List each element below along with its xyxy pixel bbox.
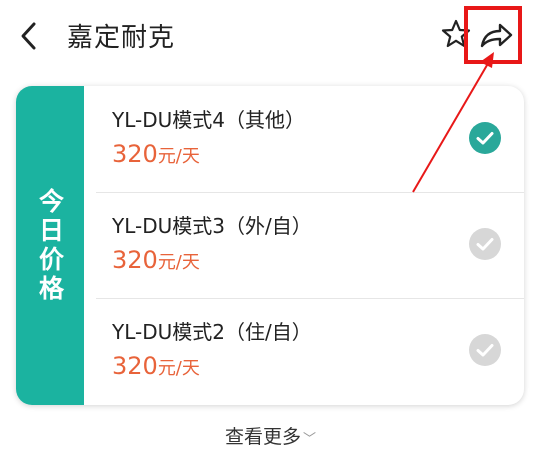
price-unit: 元/天 (157, 252, 200, 273)
share-arrow-icon (480, 23, 513, 48)
share-button[interactable] (478, 20, 514, 52)
unselected-check-icon[interactable] (469, 228, 501, 260)
chevron-left-icon (21, 22, 36, 50)
view-more-button[interactable]: 查看更多 ﹀ (0, 422, 541, 449)
view-more-label: 查看更多 (224, 426, 301, 448)
selected-check-icon[interactable] (469, 122, 501, 154)
page-title: 嘉定耐克 (67, 23, 176, 53)
option-price: 320元/天 (112, 352, 200, 380)
divider (96, 192, 524, 193)
top-bar: 嘉定耐克 (0, 0, 541, 72)
option-name: YL-DU模式2（住/自） (112, 320, 312, 344)
option-name: YL-DU模式4（其他） (112, 108, 305, 132)
divider (96, 298, 524, 299)
sidebar-label: 今日价格 (35, 187, 65, 304)
option-price: 320元/天 (112, 140, 200, 168)
unselected-check-icon[interactable] (469, 334, 501, 366)
back-button[interactable] (14, 18, 46, 54)
price-value: 320 (112, 246, 158, 274)
price-value: 320 (112, 352, 158, 380)
chevron-down-icon: ﹀ (303, 432, 317, 447)
option-price: 320元/天 (112, 246, 200, 274)
price-value: 320 (112, 140, 158, 168)
option-name: YL-DU模式3（外/自） (112, 214, 312, 238)
price-unit: 元/天 (157, 358, 200, 379)
price-card: 今日价格 YL-DU模式4（其他） 320元/天 YL-DU模式3（外/自） 3… (16, 86, 524, 405)
today-price-sidebar: 今日价格 (16, 86, 84, 405)
price-option-item[interactable]: YL-DU模式4（其他） 320元/天 (84, 86, 524, 192)
price-option-item[interactable]: YL-DU模式2（住/自） 320元/天 (84, 298, 524, 404)
price-option-item[interactable]: YL-DU模式3（外/自） 320元/天 (84, 192, 524, 298)
price-unit: 元/天 (157, 146, 200, 167)
